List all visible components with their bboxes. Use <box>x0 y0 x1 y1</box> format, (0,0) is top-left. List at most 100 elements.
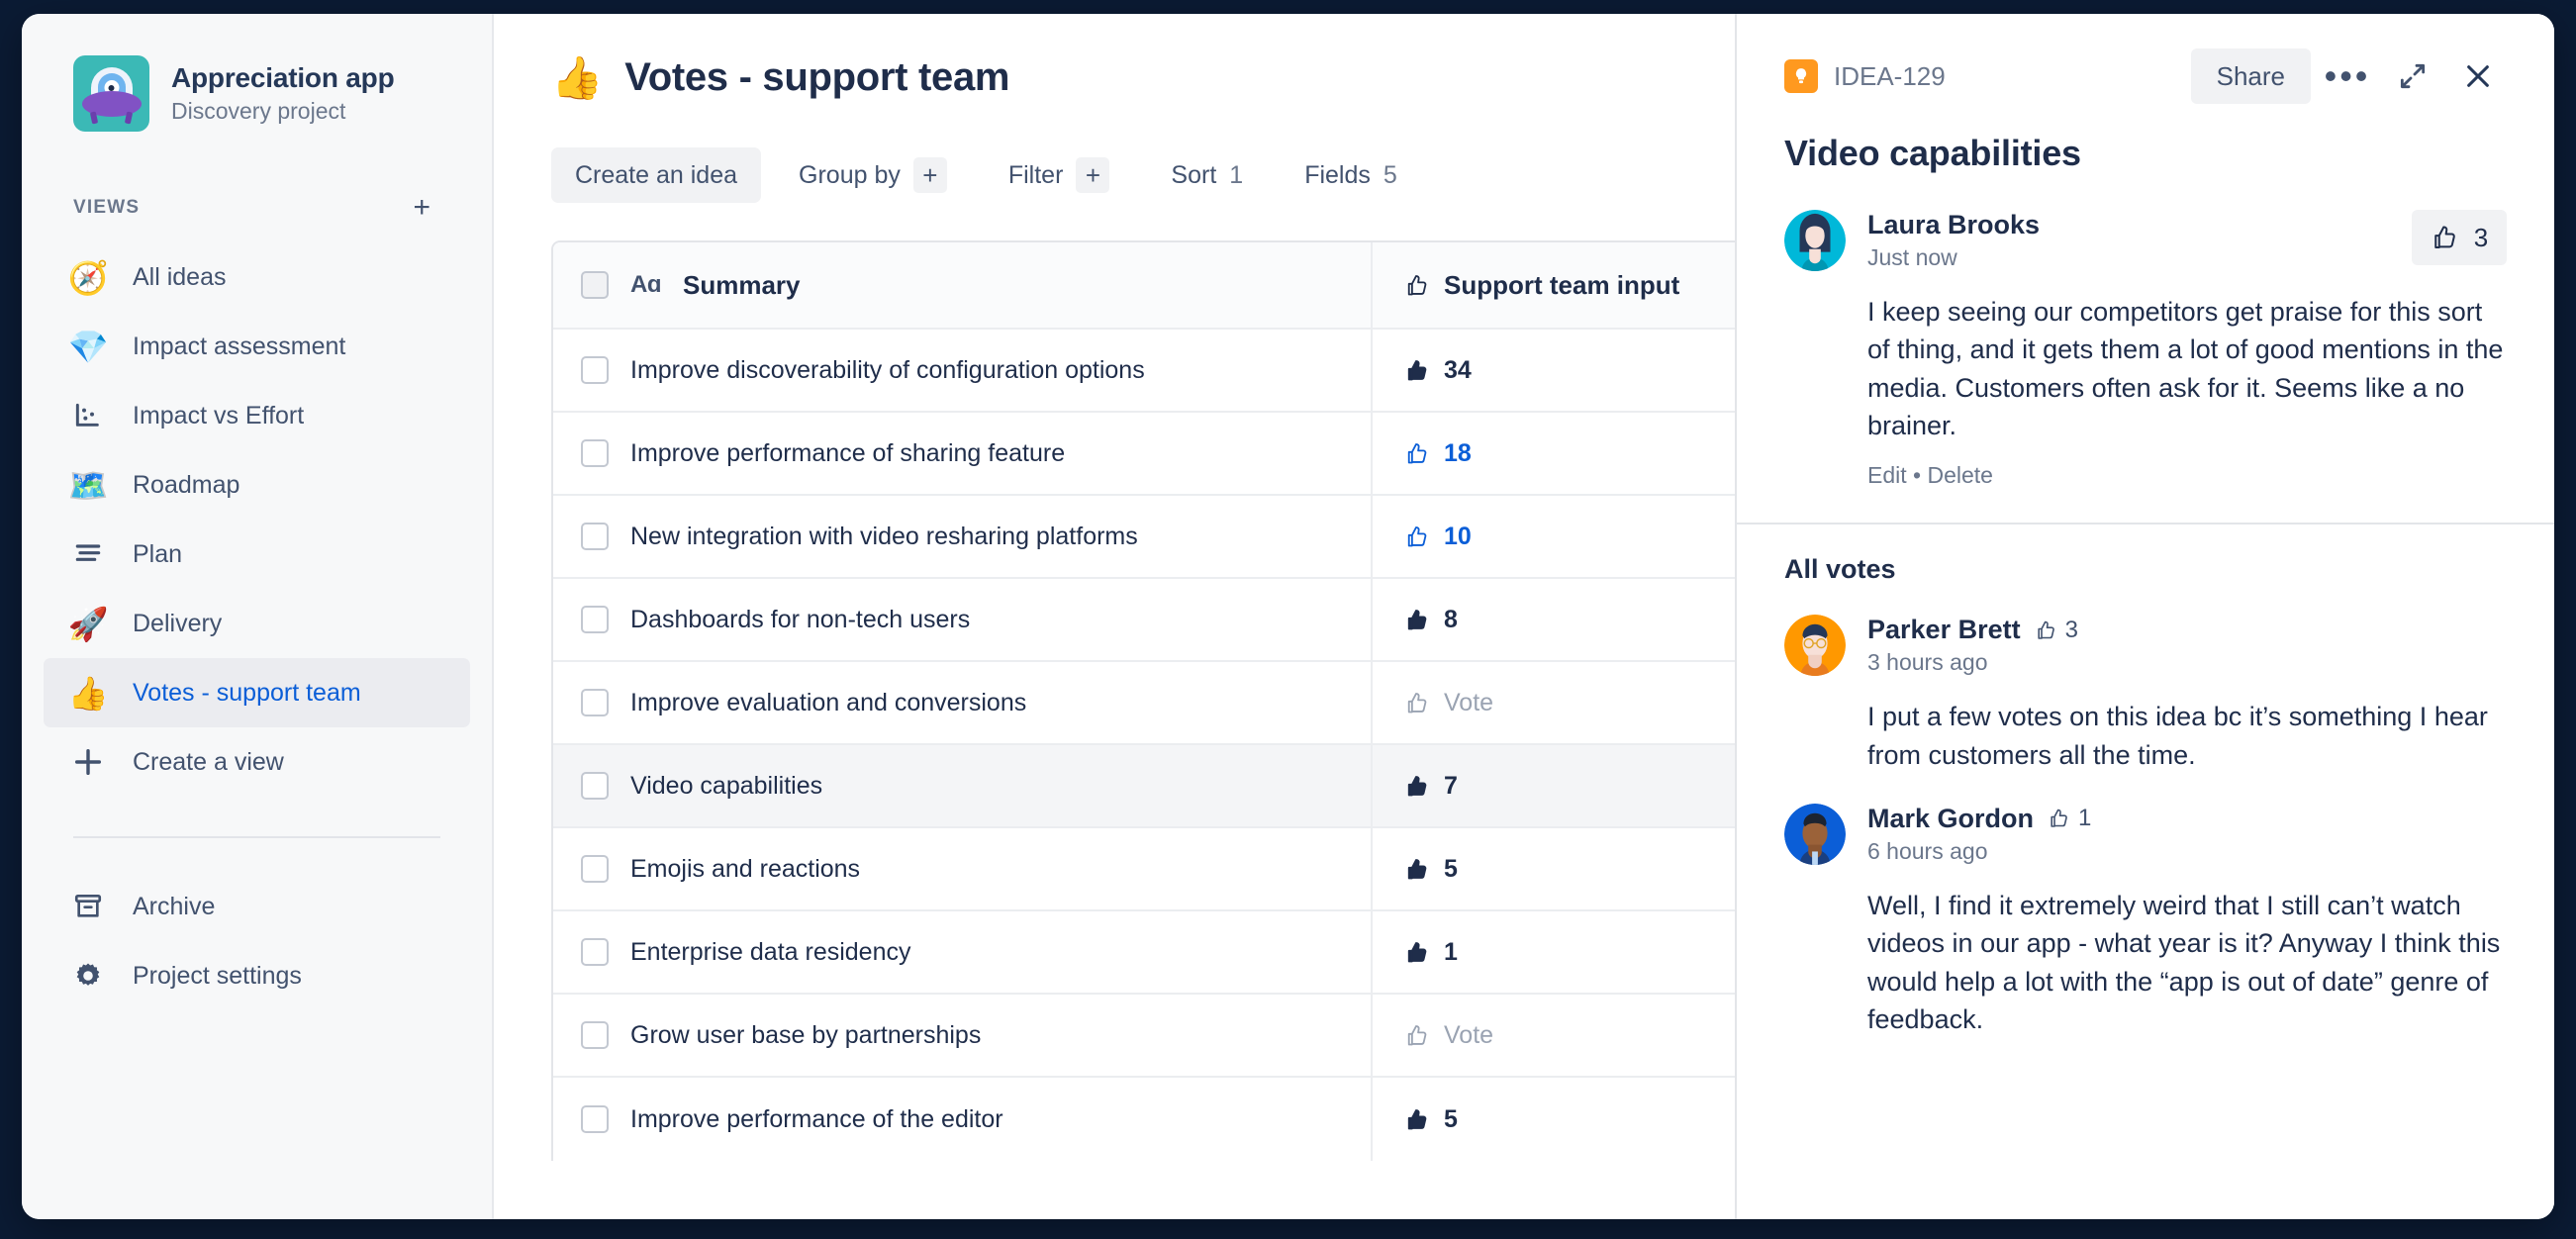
sidebar-item-votes-support-team[interactable]: 👍 Votes - support team <box>44 658 470 727</box>
filter-button[interactable]: Filter + <box>985 147 1134 203</box>
table-row[interactable]: Dashboards for non-tech users 8 <box>553 579 1804 662</box>
comment-actions: Edit • Delete <box>1784 462 2507 489</box>
row-checkbox[interactable] <box>581 1021 609 1049</box>
comment-timestamp: Just now <box>1867 244 1957 270</box>
sidebar-item-label: Votes - support team <box>133 678 361 707</box>
table-row[interactable]: New integration with video resharing pla… <box>553 496 1804 579</box>
sidebar-item-create-a-view[interactable]: Create a view <box>44 727 470 797</box>
thumbs-up-icon <box>1407 609 1427 629</box>
row-summary: Improve performance of sharing feature <box>630 438 1066 467</box>
main-content: 👍 Votes - support team Create an idea Gr… <box>494 14 2554 1219</box>
diamond-icon: 💎 <box>67 328 109 365</box>
row-checkbox[interactable] <box>581 855 609 883</box>
thumbs-up-icon <box>1407 941 1427 962</box>
row-checkbox[interactable] <box>581 606 609 633</box>
fields-button[interactable]: Fields 5 <box>1281 147 1421 203</box>
vote-button[interactable]: 5 <box>1404 855 1458 884</box>
action-separator: • <box>1913 462 1922 489</box>
edit-link[interactable]: Edit <box>1867 462 1907 488</box>
like-count: 3 <box>2473 222 2489 252</box>
vote-button[interactable]: 7 <box>1404 772 1458 801</box>
sidebar-item-impact-vs-effort[interactable]: Impact vs Effort <box>44 381 470 450</box>
add-view-button[interactable]: + <box>413 193 430 223</box>
voter-name: Mark Gordon <box>1867 803 2035 833</box>
vote-count: 1 <box>1444 937 1458 966</box>
sidebar-item-label: Delivery <box>133 609 223 637</box>
vote-button[interactable]: 10 <box>1404 523 1472 551</box>
voter-name: Parker Brett <box>1867 615 2021 645</box>
thumbs-up-icon <box>1407 858 1427 879</box>
vote-count: 5 <box>1444 1104 1458 1133</box>
vote-button[interactable]: Vote <box>1404 689 1493 717</box>
like-button[interactable]: 3 <box>2412 210 2507 265</box>
sidebar-item-project-settings[interactable]: Project settings <box>44 941 470 1010</box>
thumbs-up-icon: 👍 <box>67 674 109 712</box>
table-row[interactable]: Enterprise data residency 1 <box>553 911 1804 995</box>
row-summary: Emojis and reactions <box>630 854 861 883</box>
vote-entry: Parker Brett 3 3 hours ago I put a few v… <box>1784 615 2507 774</box>
group-by-add-icon: + <box>912 157 947 193</box>
row-summary: Video capabilities <box>630 771 823 800</box>
sidebar-item-label: Plan <box>133 539 183 568</box>
thumbs-up-icon <box>1407 525 1427 546</box>
column-header-support-team-input[interactable]: Support team input <box>1444 270 1679 301</box>
expand-icon[interactable] <box>2384 48 2441 105</box>
text-field-icon: Aɑ <box>630 271 662 298</box>
row-checkbox[interactable] <box>581 1105 609 1133</box>
views-section-header: VIEWS + <box>22 193 492 223</box>
fields-count: 5 <box>1383 160 1397 189</box>
panel-toolbar: IDEA-129 Share ••• <box>1784 48 2507 105</box>
list-lines-icon <box>67 533 109 575</box>
vote-button[interactable]: Vote <box>1404 1021 1493 1050</box>
sidebar-item-label: Project settings <box>133 961 302 990</box>
sidebar-item-roadmap[interactable]: 🗺️ Roadmap <box>44 450 470 520</box>
share-button[interactable]: Share <box>2190 48 2311 104</box>
voter-vote-count: 3 <box>2035 617 2078 644</box>
sidebar-item-archive[interactable]: Archive <box>44 872 470 941</box>
vote-button[interactable]: 34 <box>1404 356 1472 385</box>
table-row[interactable]: Improve discoverability of configuration… <box>553 330 1804 413</box>
row-summary: Improve performance of the editor <box>630 1104 1003 1133</box>
project-header[interactable]: Appreciation app Discovery project <box>22 55 492 132</box>
column-header-summary[interactable]: Summary <box>683 270 801 301</box>
row-checkbox[interactable] <box>581 523 609 550</box>
sort-button[interactable]: Sort 1 <box>1147 147 1267 203</box>
vote-button[interactable]: 18 <box>1404 439 1472 468</box>
table-row[interactable]: Emojis and reactions 5 <box>553 828 1804 911</box>
table-row[interactable]: Improve performance of the editor 5 <box>553 1078 1804 1161</box>
thumbs-up-icon <box>1407 1108 1427 1129</box>
map-icon: 🗺️ <box>67 466 109 504</box>
avatar <box>1784 803 1846 865</box>
table-row[interactable]: Video capabilities 7 <box>553 745 1804 828</box>
ellipsis-icon[interactable]: ••• <box>2319 48 2376 105</box>
table-row[interactable]: Grow user base by partnerships Vote <box>553 995 1804 1078</box>
table-row[interactable]: Improve evaluation and conversions Vote <box>553 662 1804 745</box>
vote-count: 34 <box>1444 355 1472 384</box>
sidebar-item-impact-assessment[interactable]: 💎 Impact assessment <box>44 312 470 381</box>
voter-vote-count: 1 <box>2048 805 2091 832</box>
vote-button[interactable]: 1 <box>1404 938 1458 967</box>
row-checkbox[interactable] <box>581 356 609 384</box>
table-header-row: Aɑ Summary Support team input <box>553 242 1804 330</box>
sidebar-item-all-ideas[interactable]: 🧭 All ideas <box>44 242 470 312</box>
archive-box-icon <box>67 886 109 927</box>
select-all-checkbox[interactable] <box>581 271 609 299</box>
sidebar-item-plan[interactable]: Plan <box>44 520 470 589</box>
thumbs-up-icon <box>1407 442 1427 463</box>
thumbs-up-icon <box>1407 359 1427 380</box>
table-row[interactable]: Improve performance of sharing feature 1… <box>553 413 1804 496</box>
vote-button[interactable]: 8 <box>1404 606 1458 634</box>
idea-key-wrap[interactable]: IDEA-129 <box>1784 59 2191 93</box>
row-checkbox[interactable] <box>581 938 609 966</box>
delete-link[interactable]: Delete <box>1927 462 1992 488</box>
close-icon[interactable] <box>2449 48 2507 105</box>
row-checkbox[interactable] <box>581 439 609 467</box>
row-summary: Improve evaluation and conversions <box>630 688 1027 716</box>
create-an-idea-button[interactable]: Create an idea <box>551 147 762 203</box>
row-checkbox[interactable] <box>581 689 609 716</box>
vote-button[interactable]: 5 <box>1404 1105 1458 1134</box>
row-checkbox[interactable] <box>581 772 609 800</box>
sidebar-item-delivery[interactable]: 🚀 Delivery <box>44 589 470 658</box>
group-by-button[interactable]: Group by + <box>775 147 971 203</box>
row-summary: New integration with video resharing pla… <box>630 522 1138 550</box>
